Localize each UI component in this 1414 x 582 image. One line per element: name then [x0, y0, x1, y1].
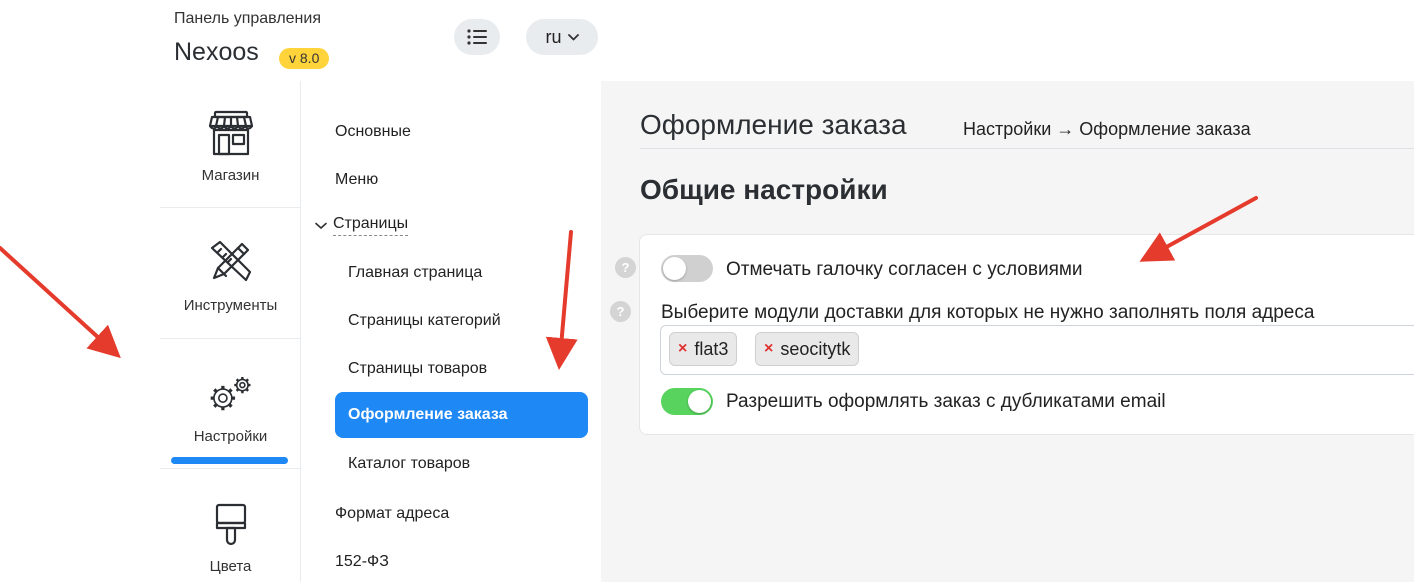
submenu-item-checkout[interactable]: Оформление заказа	[335, 392, 588, 438]
submenu-group-label: Страницы	[333, 215, 409, 236]
section-title: Общие настройки	[640, 174, 888, 205]
submenu-item-152fz[interactable]: 152-ФЗ	[335, 553, 389, 571]
delivery-modules-label: Выберите модули доставки для которых не …	[661, 302, 1315, 323]
sidebar-item-tools[interactable]: Инструменты	[160, 211, 301, 341]
agree-terms-toggle[interactable]	[661, 255, 713, 282]
sidebar-item-label: Цвета	[209, 558, 252, 575]
sidebar-item-colors[interactable]: Цвета	[160, 472, 301, 582]
submenu-item-catalog[interactable]: Каталог товаров	[348, 455, 470, 473]
main-content: Оформление заказа Настройки → Оформление…	[601, 81, 1414, 582]
app-root: Панель управления Nexoos v 8.0 ru Магази…	[0, 0, 1414, 582]
tag-label: flat3	[694, 338, 729, 359]
toggle-knob	[688, 390, 711, 413]
gears-icon	[210, 376, 250, 411]
sidebar-divider	[160, 207, 301, 208]
help-icon[interactable]: ?	[610, 301, 631, 322]
icon-sidebar: Магазин Инструменты Настройки Цвета	[160, 81, 301, 582]
sidebar-item-label: Магазин	[201, 167, 260, 184]
sidebar-item-settings[interactable]: Настройки	[160, 342, 301, 472]
chevron-down-icon	[315, 222, 327, 229]
annotation-arrow	[0, 246, 121, 359]
top-header: Панель управления Nexoos v 8.0 ru	[160, 0, 1414, 81]
sidebar-item-shop[interactable]: Магазин	[160, 81, 301, 211]
submenu-item-address-format[interactable]: Формат адреса	[335, 505, 449, 523]
list-icon	[467, 29, 487, 45]
duplicate-email-label: Разрешить оформлять заказ с дубликатами …	[726, 391, 1166, 412]
tag-label: seocitytk	[780, 338, 851, 359]
sidebar-active-indicator	[171, 457, 288, 464]
submenu-group-pages[interactable]: Страницы	[315, 215, 409, 236]
delivery-tag-seocitytk: × seocitytk	[755, 332, 860, 366]
duplicate-email-toggle[interactable]	[661, 388, 713, 415]
language-selector[interactable]: ru	[526, 19, 598, 55]
submenu-item-category-pages[interactable]: Страницы категорий	[348, 312, 501, 330]
submenu-item-menu[interactable]: Меню	[335, 171, 378, 189]
delivery-modules-select[interactable]: × flat3 × seocitytk	[660, 325, 1414, 375]
sidebar-divider	[160, 468, 301, 469]
submenu-item-product-pages[interactable]: Страницы товаров	[348, 360, 487, 378]
remove-tag-icon[interactable]: ×	[678, 340, 687, 358]
settings-submenu: Основные Меню Страницы Главная страница …	[301, 81, 601, 582]
version-badge: v 8.0	[279, 48, 330, 69]
breadcrumb: Настройки → Оформление заказа	[963, 119, 1251, 139]
chevron-down-icon	[567, 33, 579, 40]
settings-card: Отмечать галочку согласен с условиями Вы…	[639, 234, 1414, 435]
brand-caption: Панель управления	[174, 10, 321, 27]
submenu-item-home-page[interactable]: Главная страница	[348, 264, 482, 282]
language-value: ru	[545, 26, 562, 47]
submenu-item-general[interactable]: Основные	[335, 123, 411, 141]
toggle-knob	[663, 257, 686, 280]
menu-toggle-button[interactable]	[454, 19, 500, 55]
sidebar-divider	[160, 338, 301, 339]
store-icon	[208, 110, 253, 156]
paintbrush-icon	[215, 503, 246, 546]
delivery-tag-flat3: × flat3	[669, 332, 738, 366]
help-icon[interactable]: ?	[615, 257, 636, 278]
title-divider	[640, 148, 1414, 149]
page-title: Оформление заказа	[640, 109, 907, 140]
remove-tag-icon[interactable]: ×	[764, 340, 773, 358]
agree-terms-label: Отмечать галочку согласен с условиями	[726, 259, 1083, 280]
brand-name[interactable]: Nexoos	[174, 38, 259, 67]
sidebar-item-label: Настройки	[193, 428, 268, 445]
sidebar-item-label: Инструменты	[183, 297, 278, 314]
tools-icon	[210, 240, 251, 282]
